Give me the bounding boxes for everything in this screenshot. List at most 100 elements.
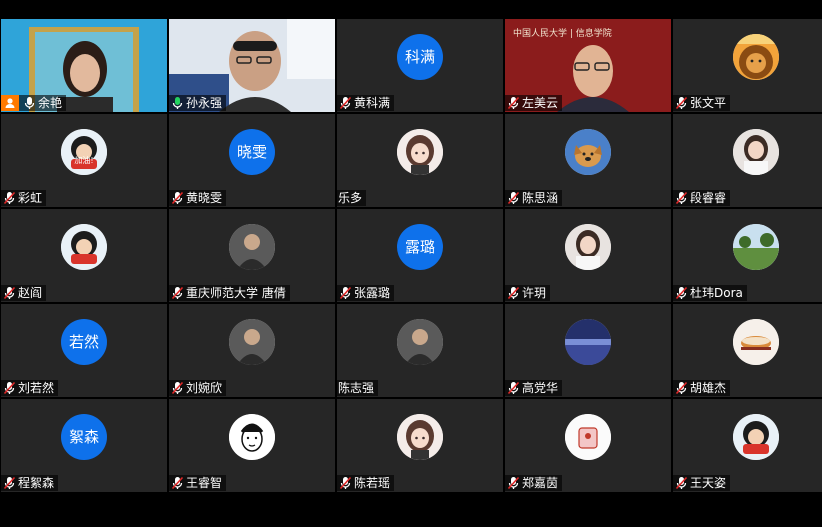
participant-name-bar: 高党华 <box>505 380 563 396</box>
cartoon-avatar-icon <box>733 414 779 460</box>
participant-name-bar: 张文平 <box>673 95 731 111</box>
participant-tile[interactable]: 许玥 <box>505 209 671 302</box>
participant-name: 张露璐 <box>354 286 391 300</box>
mic-muted-icon <box>675 191 688 205</box>
mic-muted-icon <box>3 191 16 205</box>
participant-tile[interactable]: 加油! 彩虹 <box>1 114 167 207</box>
mic-muted-icon <box>675 286 688 300</box>
virtual-background-text: 中国人民大学 | 信息学院 <box>513 29 612 39</box>
mic-muted-icon <box>675 381 688 395</box>
mic-muted-icon <box>171 286 184 300</box>
participant-tile[interactable]: 郑嘉茵 <box>505 399 671 492</box>
participant-name-bar: 黄晓雯 <box>169 190 227 206</box>
participant-tile[interactable]: 赵阎 <box>1 209 167 302</box>
participant-tile[interactable]: 高党华 <box>505 304 671 397</box>
mic-muted-icon <box>675 476 688 490</box>
participant-name: 黄晓雯 <box>186 191 223 205</box>
participant-tile[interactable]: 陈若瑶 <box>337 399 503 492</box>
participant-name: 王睿智 <box>186 476 223 490</box>
participant-tile[interactable]: 张文平 <box>673 19 822 112</box>
participant-name: 赵阎 <box>18 286 43 300</box>
participant-name: 刘婉欣 <box>186 381 223 395</box>
participant-tile[interactable]: 陈思涵 <box>505 114 671 207</box>
participant-name: 胡雄杰 <box>690 381 727 395</box>
cartoon-avatar-icon <box>61 224 107 270</box>
participant-tile[interactable]: 刘婉欣 <box>169 304 335 397</box>
participant-name-bar: 郑嘉茵 <box>505 475 563 491</box>
girl-photo-avatar-icon <box>733 129 779 175</box>
anime-girl-avatar-icon <box>397 129 443 175</box>
mic-muted-icon <box>339 476 352 490</box>
avatar-caption: 加油! <box>74 156 94 165</box>
participant-name: 黄科满 <box>354 96 391 110</box>
participant-tile[interactable]: 晓雯黄晓雯 <box>169 114 335 207</box>
avatar: 晓雯 <box>229 129 275 175</box>
participant-name: 张文平 <box>690 96 727 110</box>
mic-icon <box>23 96 36 110</box>
participant-tile[interactable]: 絮森 程絮森 <box>1 399 167 492</box>
gallery-view: 余艳 孙永强 科满 黄科满 中国人民大学 | 信息学院 左美云 张文平 加油! 彩虹 晓雯 黄晓雯乐… <box>0 18 822 492</box>
girl-photo-avatar-icon <box>565 224 611 270</box>
participant-tile[interactable]: 若然 刘若然 <box>1 304 167 397</box>
participant-name: 高党华 <box>522 381 559 395</box>
participant-tile[interactable]: 杜玮Dora <box>673 209 822 302</box>
mic-muted-icon <box>339 286 352 300</box>
participant-name: 程絮森 <box>18 476 55 490</box>
participant-name-bar: 余艳 <box>1 95 67 111</box>
participant-tile[interactable]: 科满黄科满 <box>337 19 503 112</box>
person-photo-avatar-icon <box>229 224 275 270</box>
mic-muted-icon <box>675 96 688 110</box>
mic-muted-icon <box>507 191 520 205</box>
anime-girl-avatar-icon <box>397 414 443 460</box>
participant-name-bar: 杜玮Dora <box>673 285 747 301</box>
participant-name-bar: 陈思涵 <box>505 190 563 206</box>
participant-tile[interactable]: 中国人民大学 | 信息学院左美云 <box>505 19 671 112</box>
mic-muted-icon <box>171 381 184 395</box>
participant-name: 段睿睿 <box>690 191 727 205</box>
participant-name-bar: 乐多 <box>337 190 367 206</box>
participant-name-bar: 刘婉欣 <box>169 380 227 396</box>
avatar: 科满 <box>397 34 443 80</box>
participant-tile[interactable]: 王睿智 <box>169 399 335 492</box>
participant-name-bar: 张露璐 <box>337 285 395 301</box>
participant-name: 刘若然 <box>18 381 55 395</box>
participant-tile[interactable]: 乐多 <box>337 114 503 207</box>
participant-tile[interactable]: 陈志强 <box>337 304 503 397</box>
mic-muted-icon <box>3 476 16 490</box>
mic-muted-icon <box>171 476 184 490</box>
participant-name: 王天姿 <box>690 476 727 490</box>
mic-muted-icon <box>507 381 520 395</box>
participant-name: 孙永强 <box>186 96 223 110</box>
participant-name: 陈思涵 <box>522 191 559 205</box>
participant-name-bar: 刘若然 <box>1 380 59 396</box>
sticker-avatar-icon <box>565 414 611 460</box>
participant-name-bar: 左美云 <box>505 95 563 111</box>
participant-name-bar: 彩虹 <box>1 190 47 206</box>
participant-name-bar: 程絮森 <box>1 475 59 491</box>
participant-tile[interactable]: 段睿睿 <box>673 114 822 207</box>
participant-name-bar: 胡雄杰 <box>673 380 731 396</box>
mic-icon <box>171 96 184 110</box>
participant-name-bar: 陈志强 <box>337 380 379 396</box>
participant-name: 陈若瑶 <box>354 476 391 490</box>
participant-name: 许玥 <box>522 286 547 300</box>
participant-tile[interactable]: 余艳 <box>1 19 167 112</box>
participant-name: 左美云 <box>522 96 559 110</box>
participant-name-bar: 许玥 <box>505 285 551 301</box>
mic-muted-icon <box>3 286 16 300</box>
participant-name: 彩虹 <box>18 191 43 205</box>
sky-avatar-icon <box>565 319 611 365</box>
avatar: 露璐 <box>397 224 443 270</box>
mic-muted-icon <box>507 286 520 300</box>
participant-tile[interactable]: 露璐张露璐 <box>337 209 503 302</box>
participant-tile[interactable]: 胡雄杰 <box>673 304 822 397</box>
participant-tile[interactable]: 王天姿 <box>673 399 822 492</box>
person-photo-avatar-icon <box>397 319 443 365</box>
participant-tile[interactable]: 孙永强 <box>169 19 335 112</box>
participant-name-bar: 孙永强 <box>169 95 227 111</box>
participant-name: 陈志强 <box>338 381 375 395</box>
person-photo-avatar-icon <box>229 319 275 365</box>
host-icon <box>1 95 19 111</box>
cartoon-avatar-icon: 加油! <box>61 129 107 175</box>
participant-tile[interactable]: 重庆师范大学 唐倩 <box>169 209 335 302</box>
